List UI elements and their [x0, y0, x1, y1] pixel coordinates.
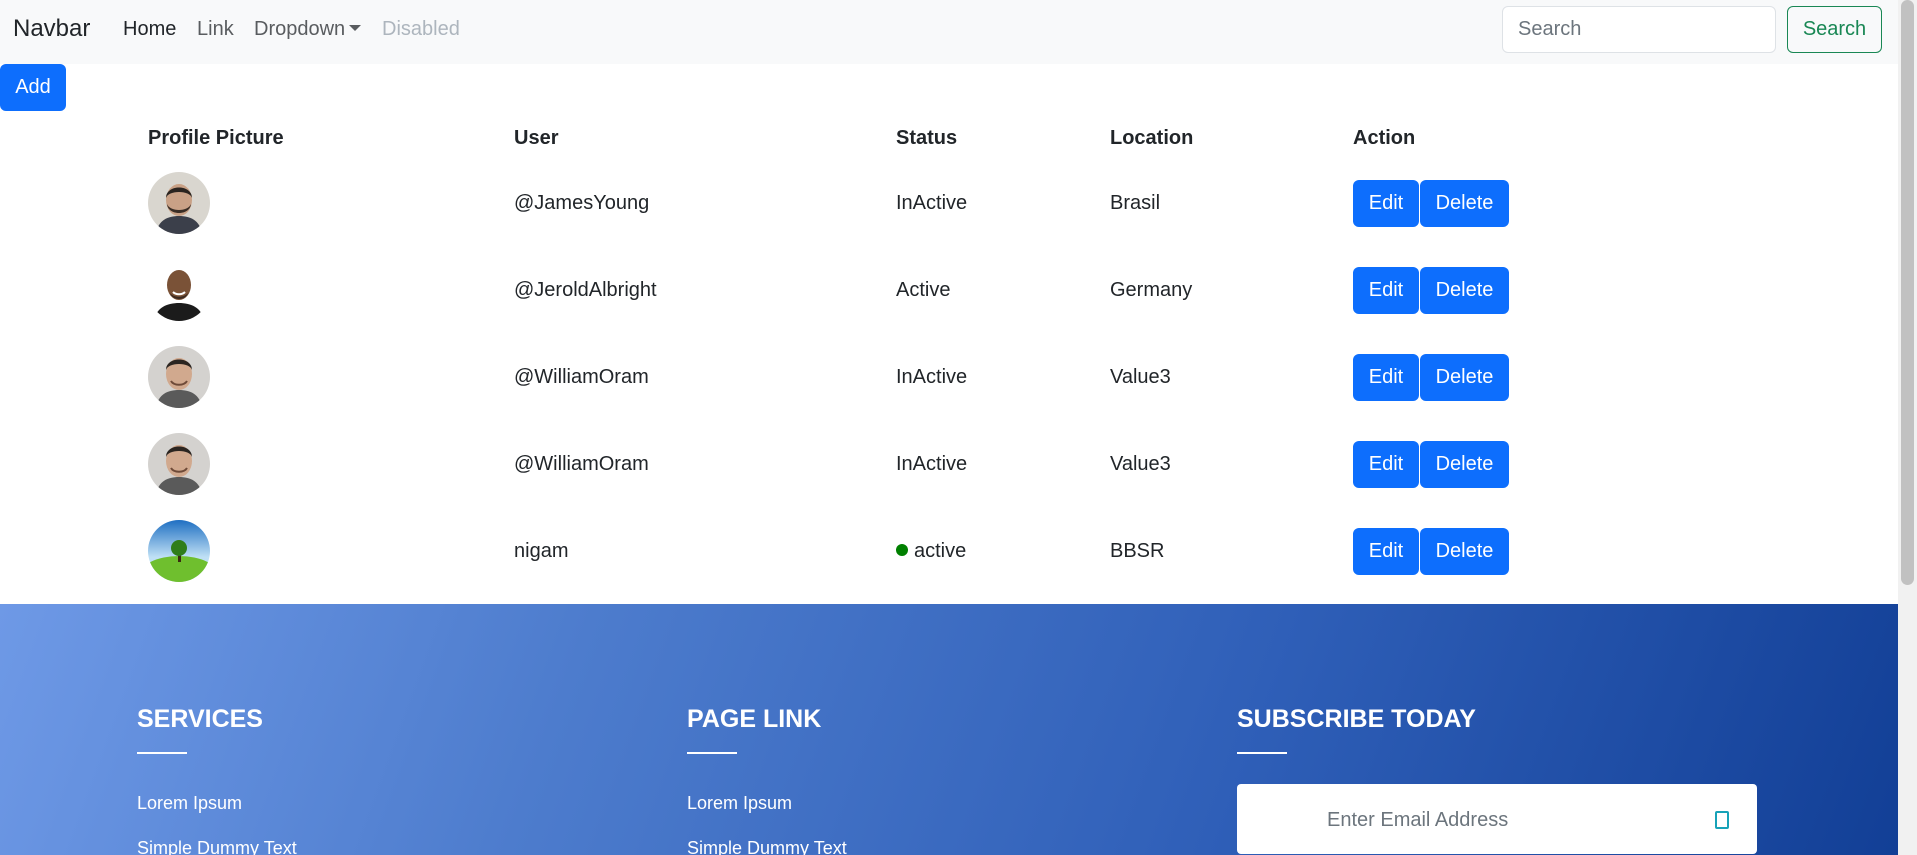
user-handle: @JeroldAlbright: [514, 279, 657, 301]
man-smiling-portrait-icon: [148, 346, 210, 408]
footer-link[interactable]: Simple Dummy Text: [137, 837, 297, 855]
delete-button[interactable]: Delete: [1420, 180, 1509, 227]
edit-button[interactable]: Edit: [1353, 441, 1419, 488]
man-bald-smiling-portrait-icon: [148, 259, 210, 321]
footer-link[interactable]: Simple Dummy Text: [687, 837, 847, 855]
user-handle: @JamesYoung: [514, 192, 650, 214]
header-location: Location: [1110, 127, 1194, 149]
avatar: [148, 520, 210, 582]
footer-divider: [1237, 752, 1287, 754]
header-action: Action: [1353, 127, 1416, 149]
location-text: Value3: [1110, 453, 1171, 475]
edit-button[interactable]: Edit: [1353, 180, 1419, 227]
table-row: @JeroldAlbright Active Germany Edit Dele…: [140, 247, 1690, 334]
delete-button[interactable]: Delete: [1420, 354, 1509, 401]
nav-link-link[interactable]: Link: [197, 17, 234, 41]
nav-dropdown-label: Dropdown: [254, 18, 346, 40]
status-text: InActive: [896, 192, 968, 214]
tree-landscape-icon: [148, 520, 210, 582]
nav-dropdown[interactable]: Dropdown: [254, 17, 362, 41]
avatar: [148, 346, 210, 408]
navbar-brand[interactable]: Navbar: [13, 14, 90, 44]
page: Navbar Home Link Dropdown Disabled Searc…: [0, 0, 1898, 855]
subscribe-box: [1237, 784, 1757, 854]
user-handle: @WilliamOram: [514, 453, 649, 475]
navbar: Navbar Home Link Dropdown Disabled Searc…: [0, 0, 1898, 64]
search-button[interactable]: Search: [1787, 6, 1882, 53]
man-beard-portrait-icon: [148, 172, 210, 234]
header-profile-picture: Profile Picture: [148, 127, 284, 149]
avatar: [148, 172, 210, 234]
table-row: @JamesYoung InActive Brasil Edit Delete: [140, 160, 1690, 247]
location-text: Value3: [1110, 366, 1171, 388]
edit-button[interactable]: Edit: [1353, 528, 1419, 575]
edit-button[interactable]: Edit: [1353, 354, 1419, 401]
table-row: nigam active BBSR Edit Delete: [140, 508, 1690, 595]
table-row: @WilliamOram InActive Value3 Edit Delete: [140, 334, 1690, 421]
caret-down-icon: [349, 25, 362, 31]
table-row: @WilliamOram InActive Value3 Edit Delete: [140, 421, 1690, 508]
header-status: Status: [896, 127, 958, 149]
location-text: Germany: [1110, 279, 1193, 301]
avatar: [148, 259, 210, 321]
user-handle: nigam: [514, 540, 569, 562]
footer-heading-page-link: PAGE LINK: [687, 705, 822, 733]
email-input[interactable]: [1325, 804, 1685, 836]
status-text: active: [914, 540, 967, 562]
nav-link-disabled: Disabled: [382, 18, 460, 40]
header-user: User: [514, 127, 559, 149]
status-text: Active: [896, 279, 951, 301]
delete-button[interactable]: Delete: [1420, 441, 1509, 488]
footer-page-link: PAGE LINK Lorem Ipsum Simple Dummy Text: [687, 704, 847, 855]
status-text: InActive: [896, 453, 968, 475]
status-dot-icon: [896, 544, 908, 556]
avatar: [148, 433, 210, 495]
send-icon[interactable]: [1715, 811, 1729, 829]
search-input[interactable]: [1502, 6, 1776, 53]
footer-subscribe: SUBSCRIBE TODAY: [1237, 704, 1757, 854]
nav-link-home[interactable]: Home: [123, 17, 176, 41]
footer-services: SERVICES Lorem Ipsum Simple Dummy Text: [137, 704, 297, 855]
footer: SERVICES Lorem Ipsum Simple Dummy Text P…: [0, 604, 1898, 855]
footer-divider: [687, 752, 737, 754]
scrollbar[interactable]: [1898, 0, 1917, 855]
delete-button[interactable]: Delete: [1420, 528, 1509, 575]
footer-heading-services: SERVICES: [137, 705, 263, 733]
location-text: Brasil: [1110, 192, 1161, 214]
location-text: BBSR: [1110, 540, 1165, 562]
status-cell: active: [896, 539, 966, 563]
footer-heading-subscribe: SUBSCRIBE TODAY: [1237, 705, 1476, 733]
scrollbar-thumb[interactable]: [1901, 0, 1914, 585]
man-smiling-portrait-icon: [148, 433, 210, 495]
user-handle: @WilliamOram: [514, 366, 649, 388]
footer-divider: [137, 752, 187, 754]
add-button[interactable]: Add: [0, 64, 66, 111]
footer-link[interactable]: Lorem Ipsum: [137, 792, 297, 814]
status-text: InActive: [896, 366, 968, 388]
delete-button[interactable]: Delete: [1420, 267, 1509, 314]
footer-link[interactable]: Lorem Ipsum: [687, 792, 847, 814]
edit-button[interactable]: Edit: [1353, 267, 1419, 314]
